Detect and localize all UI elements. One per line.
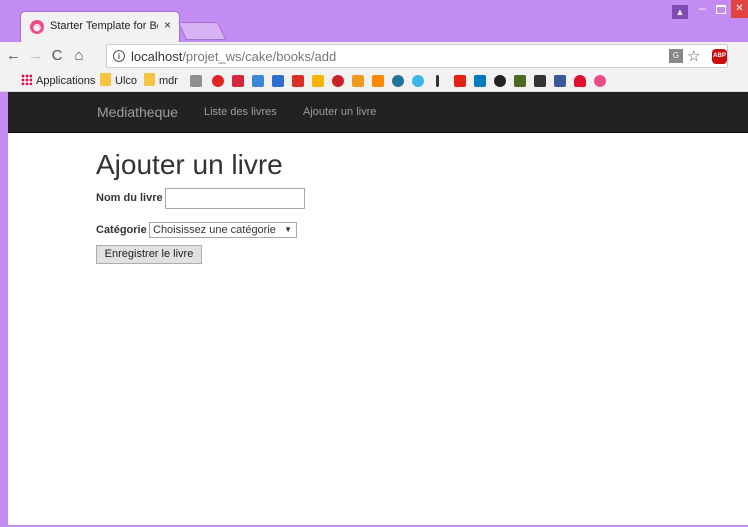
page-viewport: Mediatheque Liste des livres Ajouter un … [8, 92, 748, 525]
bookmark-icon[interactable] [232, 75, 244, 87]
url-text[interactable]: localhost/projet_ws/cake/books/add [131, 49, 336, 64]
navbar-brand[interactable]: Mediatheque [97, 104, 178, 120]
new-tab-button[interactable] [177, 22, 227, 40]
star-icon[interactable]: ☆ [687, 47, 700, 65]
bookmark-icon[interactable] [436, 75, 439, 87]
page-title: Ajouter un livre [96, 149, 283, 180]
nav-link-add-book[interactable]: Ajouter un livre [303, 106, 376, 118]
bookmark-icon[interactable] [454, 75, 466, 87]
bookmark-icon[interactable] [252, 75, 264, 87]
bookmark-icon[interactable] [534, 75, 546, 87]
bookmark-folder-mdr[interactable]: mdr [144, 73, 178, 89]
bookmark-icon[interactable] [190, 75, 202, 87]
bookmark-icon[interactable] [574, 75, 586, 87]
book-name-label: Nom du livre [96, 192, 163, 204]
site-navbar: Mediatheque Liste des livres Ajouter un … [8, 92, 748, 133]
bookmark-icon[interactable] [352, 75, 364, 87]
browser-titlebar: ◉ Starter Template for Boo × ▲ – ✕ [0, 0, 748, 42]
translate-icon[interactable]: G [669, 49, 683, 63]
nav-link-book-list[interactable]: Liste des livres [204, 106, 277, 118]
maximize-icon[interactable] [716, 5, 726, 14]
bookmark-icon[interactable] [514, 75, 526, 87]
bookmark-icon[interactable] [312, 75, 324, 87]
home-icon[interactable]: ⌂ [72, 48, 86, 64]
bookmark-icon[interactable] [594, 75, 606, 87]
browser-tab[interactable]: ◉ Starter Template for Boo × [20, 11, 180, 42]
bookmark-icon[interactable] [292, 75, 304, 87]
apps-grid-icon [21, 74, 32, 85]
category-select[interactable]: Choisissez une catégorie ▼ [149, 222, 297, 238]
minimize-icon[interactable]: – [699, 2, 711, 16]
bookmark-icon[interactable] [554, 75, 566, 87]
save-book-button[interactable]: Enregistrer le livre [96, 245, 202, 264]
back-icon[interactable]: ← [6, 48, 21, 64]
bookmark-icon[interactable] [392, 75, 404, 87]
bookmark-applications[interactable]: Applications [21, 73, 95, 89]
forward-icon[interactable]: → [28, 48, 43, 64]
tab-favicon-icon: ◉ [30, 20, 44, 34]
adblock-icon[interactable]: ABP [712, 49, 727, 64]
browser-toolbar: ← → C ⌂ i localhost/projet_ws/cake/books… [0, 42, 748, 70]
category-selected-value: Choisissez une catégorie [153, 224, 276, 236]
tab-close-icon[interactable]: × [164, 18, 171, 32]
folder-icon [100, 73, 111, 86]
bookmark-icon[interactable] [412, 75, 424, 87]
bookmarks-bar: Applications Ulco mdr [0, 70, 748, 92]
info-icon[interactable]: i [113, 50, 125, 62]
category-label: Catégorie [96, 224, 147, 236]
bookmark-icon[interactable] [474, 75, 486, 87]
chevron-down-icon: ▼ [284, 225, 292, 234]
bookmark-icon[interactable] [212, 75, 224, 87]
address-bar[interactable]: i localhost/projet_ws/cake/books/add G ☆… [106, 44, 748, 68]
window-close-icon[interactable]: ✕ [731, 0, 748, 18]
book-name-input[interactable] [165, 188, 305, 209]
bookmark-folder-ulco[interactable]: Ulco [100, 73, 137, 89]
folder-icon [144, 73, 155, 86]
bookmark-icon[interactable] [494, 75, 506, 87]
profile-icon[interactable]: ▲ [672, 5, 688, 19]
tab-title: Starter Template for Boo [50, 20, 158, 32]
bookmark-icon[interactable] [372, 75, 384, 87]
bookmark-icon[interactable] [332, 75, 344, 87]
reload-icon[interactable]: C [50, 48, 64, 64]
bookmark-icon[interactable] [272, 75, 284, 87]
